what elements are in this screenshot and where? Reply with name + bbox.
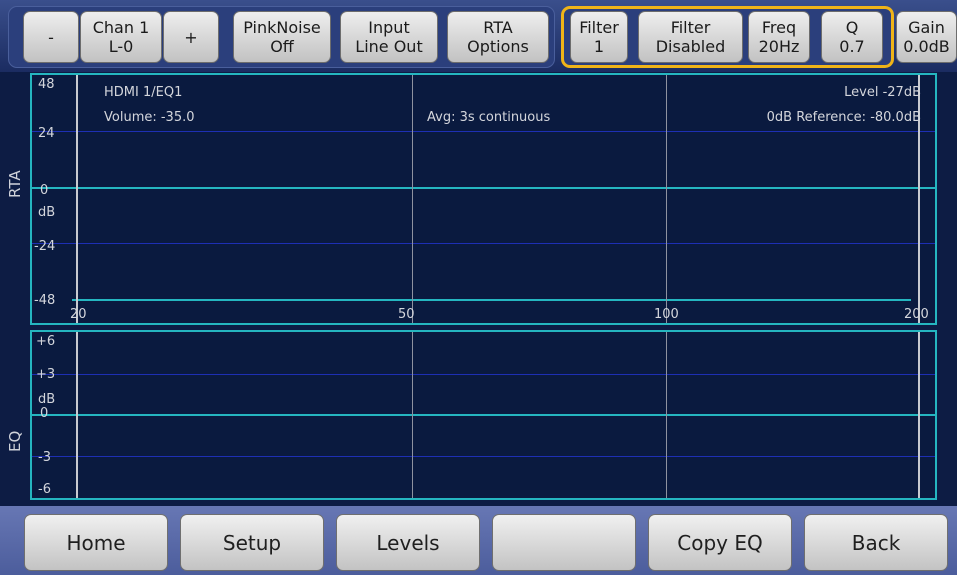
filter-state-value: Disabled [655,37,726,56]
back-button[interactable]: Back [804,514,948,571]
levels-button[interactable]: Levels [336,514,480,571]
channel-label: Chan 1 [92,18,150,37]
q-label: Q [845,18,859,37]
rta-graph[interactable]: 48 24 0 dB -24 -48 HDMI 1/EQ1 Volume: -3… [30,73,937,325]
channel-decrement-button[interactable]: - [23,11,79,63]
pinknoise-value: Off [270,37,294,56]
rta-gridline-24 [32,131,935,132]
rta-xtick-200: 200 [904,307,929,322]
plus-label: + [184,27,198,47]
setup-button[interactable]: Setup [180,514,324,571]
eq-vline-20 [76,332,78,498]
rta-xtick-20: 20 [70,307,87,322]
eq-ytick-plus3: +3 [36,367,56,382]
minus-label: - [48,27,54,47]
levels-label: Levels [376,530,440,555]
blank-button[interactable] [492,514,636,571]
setup-label: Setup [222,530,282,555]
channel-value: L-0 [108,37,134,56]
rta-bottom-line [72,299,911,301]
rta-reference-label: 0dB Reference: -80.0dB [766,110,921,125]
gain-button[interactable]: Gain 0.0dB [896,11,957,63]
rta-ytick-0: 0 [40,183,49,198]
rta-gridline-minus24 [32,243,935,244]
eq-vline-50 [412,332,413,498]
rta-options-sub: Options [467,37,529,56]
copy-eq-button[interactable]: Copy EQ [648,514,792,571]
input-value: Line Out [355,37,423,56]
eq-graph[interactable]: +6 +3 dB 0 -3 -6 [30,330,937,500]
rta-xtick-100: 100 [654,307,679,322]
filter-state-button[interactable]: Filter Disabled [638,11,743,63]
rta-ytick-48: 48 [38,77,55,92]
eq-zero-line [32,414,935,416]
copy-eq-label: Copy EQ [677,530,763,555]
rta-ytick-24: 24 [38,126,55,141]
rta-volume-label: Volume: -35.0 [104,110,195,125]
filter-label: Filter [579,18,619,37]
gain-value: 0.0dB [903,37,950,56]
filter-number-value: 1 [593,37,605,56]
freq-button[interactable]: Freq 20Hz [748,11,810,63]
rta-xtick-50: 50 [398,307,415,322]
home-label: Home [66,530,126,555]
eq-ytick-minus3: -3 [38,450,51,465]
eq-vline-100 [666,332,667,498]
channel-select-button[interactable]: Chan 1 L-0 [80,11,162,63]
rta-vline-20 [76,75,78,323]
rta-zero-line [32,187,935,189]
rta-level-label: Level -27dB [844,85,921,100]
rta-vline-100 [666,75,667,323]
pinknoise-button[interactable]: PinkNoise Off [233,11,331,63]
channel-increment-button[interactable]: + [163,11,219,63]
eq-ytick-minus6: -6 [38,482,51,497]
rta-avg-label: Avg: 3s continuous [427,110,551,125]
eq-ytick-plus6: +6 [36,334,56,349]
rta-vline-50 [412,75,413,323]
back-label: Back [851,530,901,555]
home-button[interactable]: Home [24,514,168,571]
q-value: 0.7 [839,37,865,56]
rta-ytick-minus48: -48 [34,293,56,308]
q-button[interactable]: Q 0.7 [821,11,883,63]
pinknoise-label: PinkNoise [243,18,321,37]
input-label: Input [368,18,410,37]
freq-value: 20Hz [758,37,800,56]
rta-source-label: HDMI 1/EQ1 [104,85,183,100]
bottom-nav-bar: Home Setup Levels Copy EQ Back [0,506,957,575]
filter-number-button[interactable]: Filter 1 [570,11,628,63]
rta-ytick-minus24: -24 [34,239,56,254]
eq-gridline-minus3 [32,456,935,457]
rta-side-title: RTA [6,170,24,198]
filter-state-label: Filter [670,18,711,37]
gain-label: Gain [908,18,945,37]
rta-ytick-unit: dB [38,205,56,220]
eq-gridline-plus3 [32,374,935,375]
top-toolbar: - Chan 1 L-0 + PinkNoise Off Input Line … [0,0,957,72]
eq-ytick-unit: dB [38,392,56,407]
freq-label: Freq [761,18,797,37]
eq-vline-200 [918,332,920,498]
input-button[interactable]: Input Line Out [340,11,438,63]
eq-side-title: EQ [6,430,24,452]
rta-options-label: RTA [483,18,513,37]
rta-options-button[interactable]: RTA Options [447,11,549,63]
eq-ytick-0: 0 [40,406,49,421]
